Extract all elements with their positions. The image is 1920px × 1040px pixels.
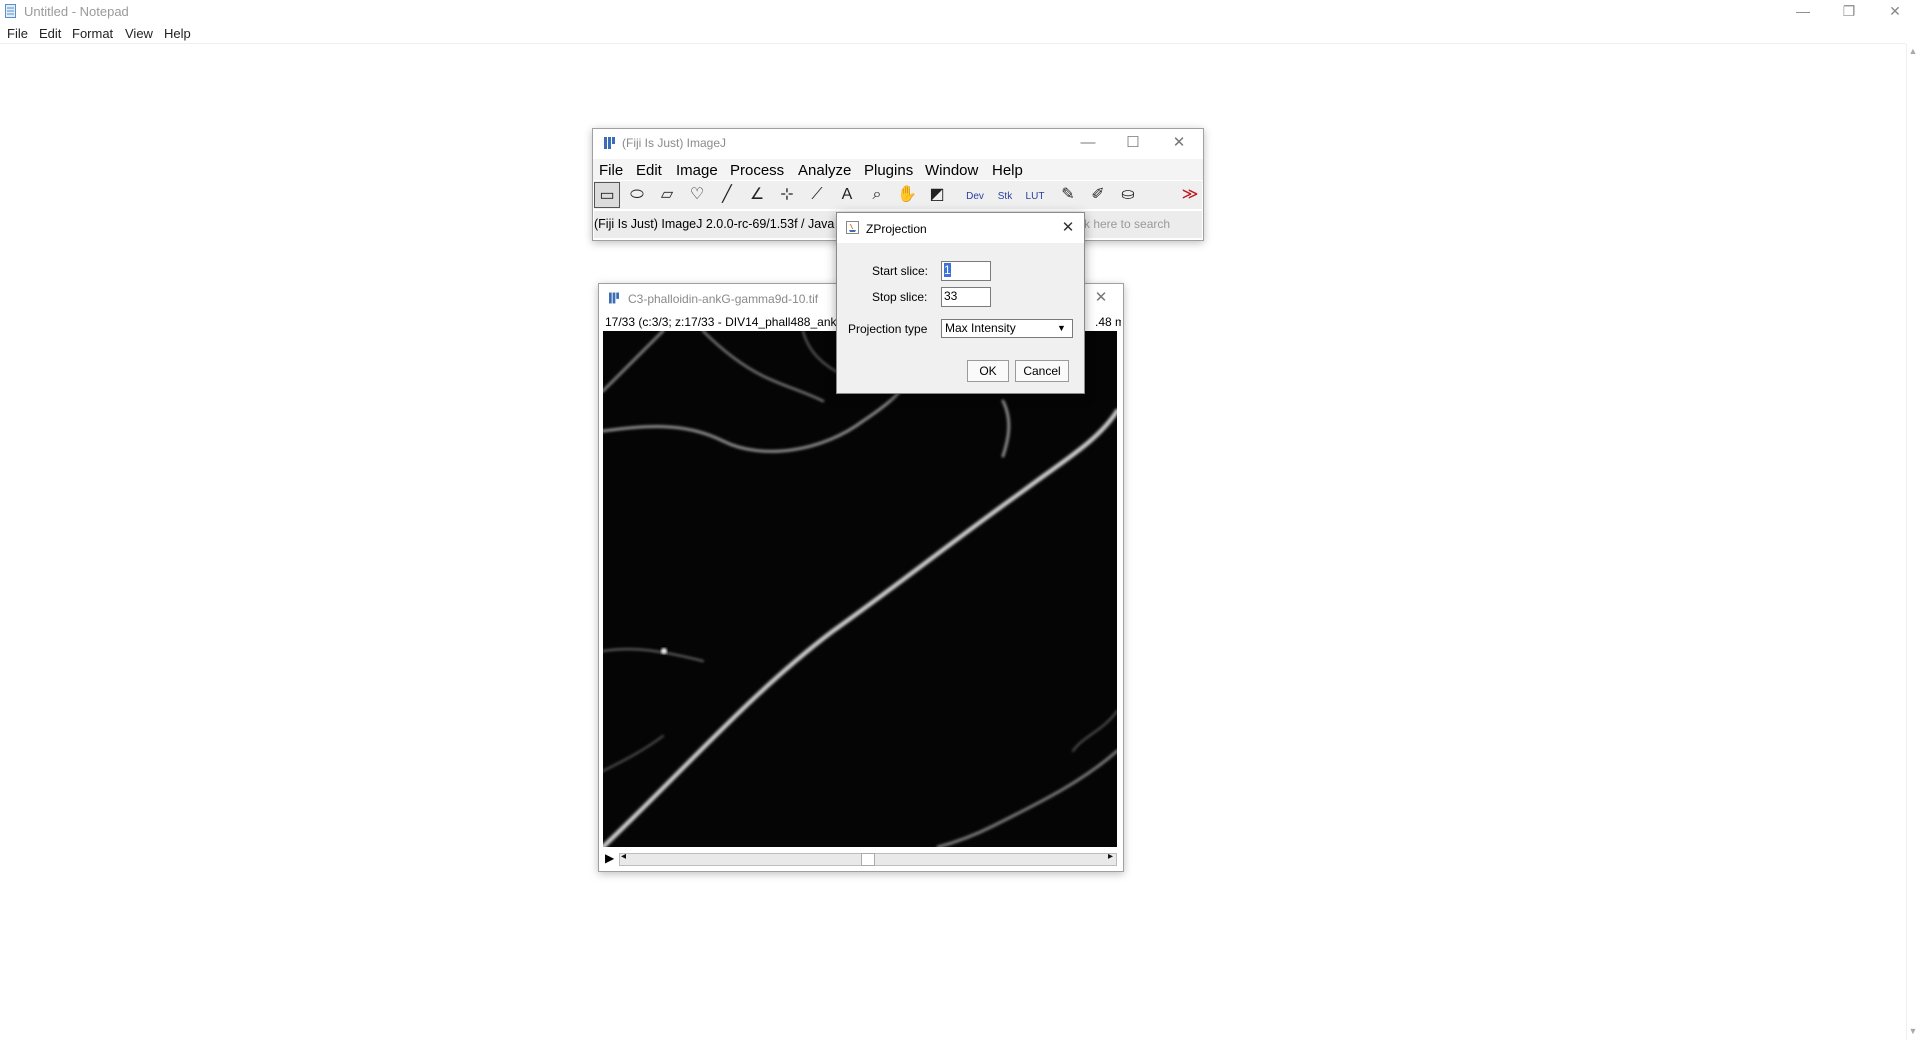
scroll-up-icon[interactable]: ▲ (1907, 46, 1919, 56)
imagej-close-button[interactable]: ✕ (1157, 131, 1201, 155)
image-info-text: 17/33 (c:3/3; z:17/33 - DIV14_phall488_a… (605, 315, 853, 329)
flood-fill-tool-icon[interactable]: ⛀ (1115, 182, 1141, 208)
slice-scrollbar-thumb[interactable] (861, 853, 875, 866)
notepad-close-button[interactable]: ✕ (1872, 0, 1918, 22)
stop-slice-label: Stop slice: (872, 290, 928, 304)
notepad-restore-button[interactable]: ❐ (1826, 0, 1872, 22)
imagej-menu-image[interactable]: Image (676, 162, 718, 179)
dev-tool-icon[interactable]: Dev (962, 182, 988, 208)
imagej-menu-file[interactable]: File (599, 162, 623, 179)
microscopy-image (603, 331, 1117, 847)
hand-tool-icon[interactable]: ✋ (894, 182, 920, 208)
notepad-menu-edit[interactable]: Edit (39, 26, 61, 41)
image-info-tail: .48 mic (1095, 315, 1121, 329)
projection-type-label: Projection type (848, 322, 928, 336)
brush-tool-icon[interactable]: ✐ (1085, 182, 1111, 208)
imagej-menu-plugins[interactable]: Plugins (864, 162, 913, 179)
start-slice-label: Start slice: (872, 264, 929, 278)
imagej-menu-help[interactable]: Help (992, 162, 1023, 179)
dropdown-arrow-icon[interactable]: ▼ (1053, 320, 1070, 337)
play-animation-icon[interactable]: ▶ (605, 851, 614, 865)
image-canvas[interactable] (603, 331, 1117, 847)
java-icon (846, 221, 859, 234)
wand-tool-icon[interactable]: ⟋ (804, 182, 830, 208)
imagej-minimize-button[interactable]: — (1066, 131, 1110, 155)
imagej-app-icon (604, 137, 615, 149)
zprojection-dialog: ZProjection ✕ Start slice: 1 Stop slice:… (836, 212, 1085, 394)
notepad-minimize-button[interactable]: — (1780, 0, 1826, 22)
scroll-right-icon[interactable]: ▸ (1108, 851, 1113, 862)
imagej-search-field[interactable]: ck here to search (1078, 217, 1170, 231)
imagej-menu-window[interactable]: Window (925, 162, 978, 179)
more-tools-icon[interactable]: ≫ (1177, 182, 1203, 208)
dialog-close-button[interactable]: ✕ (1057, 217, 1079, 239)
angle-tool-icon[interactable]: ∠ (744, 182, 770, 208)
imagej-menu-analyze[interactable]: Analyze (798, 162, 851, 179)
imagej-maximize-button[interactable]: ☐ (1111, 131, 1155, 155)
stk-tool-icon[interactable]: Stk (992, 182, 1018, 208)
notepad-menu-format[interactable]: Format (72, 26, 113, 41)
image-window-title: C3-phalloidin-ankG-gamma9d-10.tif (628, 292, 819, 306)
ok-button[interactable]: OK (967, 360, 1009, 382)
multipoint-tool-icon[interactable]: ⊹ (774, 182, 800, 208)
notepad-menu-divider (0, 43, 1906, 44)
imagej-status-text: (Fiji Is Just) ImageJ 2.0.0-rc-69/1.53f … (594, 217, 835, 231)
text-tool-icon[interactable]: A (834, 182, 860, 208)
imagej-window-title: (Fiji Is Just) ImageJ (622, 136, 727, 150)
imagej-menu-process[interactable]: Process (730, 162, 784, 179)
oval-tool-icon[interactable]: ⬭ (624, 182, 650, 208)
notepad-titlebar (0, 0, 1920, 24)
color-picker-tool-icon[interactable]: ◩ (924, 182, 950, 208)
notepad-icon (5, 4, 16, 18)
start-slice-input[interactable]: 1 (941, 261, 991, 281)
notepad-menu-help[interactable]: Help (164, 26, 191, 41)
notepad-menu-view[interactable]: View (125, 26, 153, 41)
cancel-button[interactable]: Cancel (1015, 360, 1069, 382)
dialog-title: ZProjection (866, 222, 927, 236)
scroll-down-icon[interactable]: ▼ (1907, 1026, 1919, 1036)
notepad-vertical-scrollbar[interactable] (1906, 44, 1920, 1040)
polygon-tool-icon[interactable]: ▱ (654, 182, 680, 208)
lut-tool-icon[interactable]: LUT (1022, 182, 1048, 208)
notepad-menu-file[interactable]: File (7, 26, 28, 41)
freehand-tool-icon[interactable]: ♡ (684, 182, 710, 208)
imagej-menu-edit[interactable]: Edit (636, 162, 662, 179)
image-close-button[interactable]: ✕ (1086, 287, 1116, 309)
stop-slice-input[interactable]: 33 (941, 287, 991, 307)
magnifier-tool-icon[interactable]: ⌕ (864, 182, 890, 208)
imagej-app-icon (609, 292, 619, 304)
rectangle-tool-icon[interactable]: ▭ (594, 182, 620, 208)
start-slice-value: 1 (944, 263, 951, 277)
notepad-menubar (0, 24, 1920, 43)
line-tool-icon[interactable]: ╱ (714, 182, 740, 208)
blank-tool-slot (1145, 182, 1171, 208)
notepad-window-title: Untitled - Notepad (24, 4, 129, 19)
pencil-tool-icon[interactable]: ✎ (1055, 182, 1081, 208)
scroll-left-icon[interactable]: ◂ (621, 851, 626, 862)
